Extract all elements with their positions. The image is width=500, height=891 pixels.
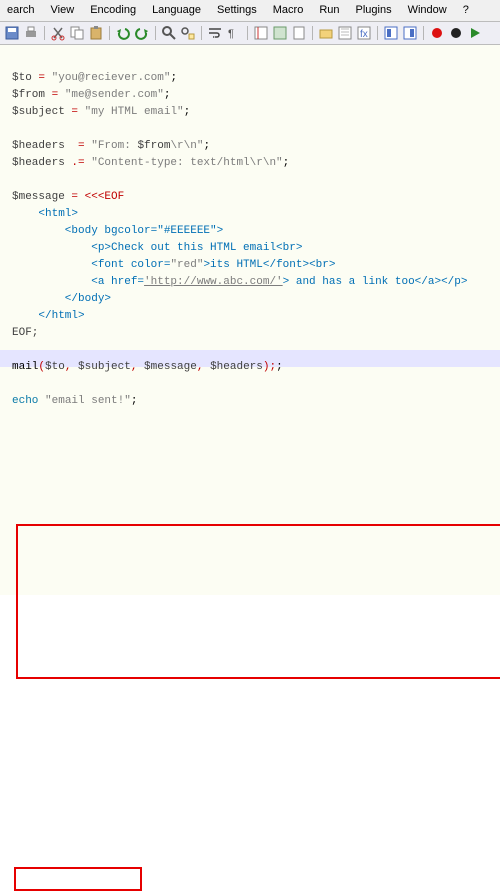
code-line [12,376,494,393]
code-line: </body> [12,291,494,308]
lang-icon[interactable] [272,25,288,41]
code-line: <font color="red">its HTML</font><br> [12,257,494,274]
record-black-icon[interactable] [448,25,464,41]
svg-text:fx: fx [360,29,368,40]
play-icon[interactable] [467,25,483,41]
separator [155,26,156,40]
toolbar: ¶ fx [0,21,500,45]
code-line: echo "email sent!"; [12,393,494,410]
wrap-icon[interactable] [207,25,223,41]
menu-settings[interactable]: Settings [210,2,264,18]
separator [44,26,45,40]
menu-encoding[interactable]: Encoding [83,2,143,18]
menu-help[interactable]: ? [456,2,476,18]
find-icon[interactable] [161,25,177,41]
toggle1-icon[interactable] [383,25,399,41]
menu-plugins[interactable]: Plugins [349,2,399,18]
highlight-box-message [16,524,500,679]
print-icon[interactable] [23,25,39,41]
replace-icon[interactable] [180,25,196,41]
func-icon[interactable]: fx [356,25,372,41]
code-line: mail($to, $subject, $message, $headers);… [12,359,494,376]
menu-run[interactable]: Run [312,2,346,18]
doc-icon[interactable] [291,25,307,41]
code-line [12,121,494,138]
separator [109,26,110,40]
code-line: EOF; [12,325,494,342]
code-line [12,53,494,70]
separator [423,26,424,40]
menu-window[interactable]: Window [401,2,454,18]
folder-icon[interactable] [318,25,334,41]
record-red-icon[interactable] [429,25,445,41]
code-line: $headers = "From: $from\r\n"; [12,138,494,155]
code-line: <p>Check out this HTML email<br> [12,240,494,257]
code-line: <a href='http://www.abc.com/'> and has a… [12,274,494,291]
separator [377,26,378,40]
code-line: <body bgcolor="#EEEEEE"> [12,223,494,240]
menu-search[interactable]: earch [0,2,42,18]
code-line: $to = "you@reciever.com"; [12,70,494,87]
code-line [12,172,494,189]
code-line: $headers .= "Content-type: text/html\r\n… [12,155,494,172]
undo-icon[interactable] [115,25,131,41]
toggle2-icon[interactable] [402,25,418,41]
svg-text:¶: ¶ [228,28,234,40]
code-line: </html> [12,308,494,325]
menu-view[interactable]: View [44,2,82,18]
menu-language[interactable]: Language [145,2,208,18]
code-line: <html> [12,206,494,223]
redo-icon[interactable] [134,25,150,41]
separator [312,26,313,40]
code-editor[interactable]: $to = "you@reciever.com"; $from = "me@se… [0,45,500,595]
code-line: $from = "me@sender.com"; [12,87,494,104]
separator [247,26,248,40]
indent-guide-icon[interactable] [253,25,269,41]
highlight-box-echo [14,867,142,891]
code-line: $message = <<<EOF [12,189,494,206]
code-line: $subject = "my HTML email"; [12,104,494,121]
save-icon[interactable] [4,25,20,41]
cut-icon[interactable] [50,25,66,41]
map-icon[interactable] [337,25,353,41]
separator [201,26,202,40]
code-line [12,342,494,359]
menu-macro[interactable]: Macro [266,2,311,18]
menubar: earch View Encoding Language Settings Ma… [0,0,500,21]
paste-icon[interactable] [88,25,104,41]
invisible-icon[interactable]: ¶ [226,25,242,41]
copy-icon[interactable] [69,25,85,41]
